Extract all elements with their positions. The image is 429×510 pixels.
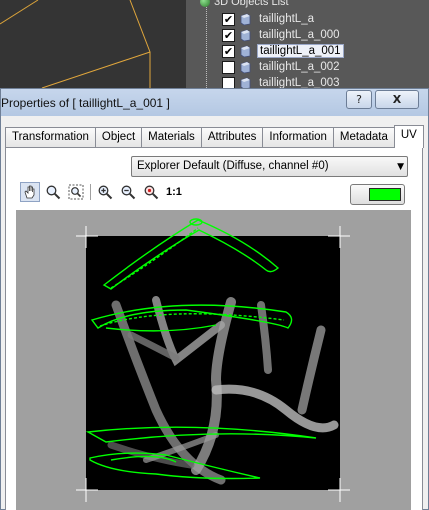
visibility-checkbox[interactable] (222, 76, 235, 88)
uv-toolbar: 1:1 (20, 182, 182, 202)
pan-icon (24, 185, 35, 199)
tab-information[interactable]: Information (262, 127, 334, 148)
tree-item-taillightl-a-003[interactable]: taillightL_a_003 (222, 75, 342, 88)
help-button[interactable]: ? (346, 90, 372, 109)
tab-metadata[interactable]: Metadata (332, 127, 395, 148)
window-title: Properties of [ taillightL_a_001 ] (1, 96, 170, 110)
zoom-tool-button[interactable] (43, 182, 63, 202)
tree-item-label: taillightL_a_002 (259, 61, 340, 73)
tab-attributes[interactable]: Attributes (200, 127, 264, 148)
zoom-out-icon (121, 185, 136, 200)
tree-item-label: taillightL_a (259, 13, 314, 25)
wire-color-swatch (369, 188, 401, 201)
chevron-down-icon: ▼ (397, 162, 404, 172)
tree-item-taillightl-a[interactable]: ✔ taillightL_a (222, 11, 316, 27)
zoom-extents-icon (68, 184, 84, 200)
tree-item-taillightl-a-000[interactable]: ✔ taillightL_a_000 (222, 27, 342, 43)
tree-root-label: 3D Objects List (214, 0, 289, 8)
zoom-in-icon (98, 185, 113, 200)
zoom-reset-button[interactable] (141, 182, 161, 202)
zoom-reset-icon (144, 185, 159, 200)
tab-transformation[interactable]: Transformation (5, 127, 96, 148)
cube-icon (240, 61, 251, 73)
visibility-checkbox[interactable]: ✔ (222, 28, 235, 42)
properties-window: Properties of [ taillightL_a_001 ] ? X T… (0, 88, 429, 510)
visibility-checkbox[interactable] (222, 60, 235, 74)
tree-item-taillightl-a-001[interactable]: ✔ taillightL_a_001 (222, 43, 344, 59)
tab-object[interactable]: Object (94, 127, 143, 148)
wire-color-button[interactable] (350, 184, 405, 205)
texture-channel-select[interactable]: Explorer Default (Diffuse, channel #0) ▼ (131, 156, 408, 177)
3d-viewport[interactable] (0, 0, 186, 88)
cube-icon (240, 13, 251, 25)
tab-bar: Transformation Object Materials Attribut… (5, 125, 424, 148)
pan-tool-button[interactable] (20, 182, 40, 202)
tree-item-label: taillightL_a_001 (257, 44, 344, 58)
cube-icon (240, 77, 251, 88)
zoom-icon (46, 185, 61, 200)
visibility-checkbox[interactable]: ✔ (222, 12, 235, 26)
toolbar-divider (90, 184, 91, 200)
visibility-checkbox[interactable]: ✔ (222, 44, 235, 58)
uv-tab-panel: Explorer Default (Diffuse, channel #0) ▼ (5, 147, 423, 510)
zoom-out-button[interactable] (118, 182, 138, 202)
tree-connector (206, 0, 207, 88)
scene-tree-panel: 3D Objects List ✔ taillightL_a ✔ taillig… (186, 0, 429, 88)
tree-item-label: taillightL_a_000 (259, 29, 340, 41)
texture-channel-value: Explorer Default (Diffuse, channel #0) (137, 160, 329, 172)
tab-uv[interactable]: UV (393, 125, 424, 148)
tree-item-label: taillightL_a_003 (259, 77, 340, 88)
cube-icon (240, 29, 251, 41)
globe-icon (200, 0, 210, 7)
close-button[interactable]: X (375, 90, 419, 109)
uv-canvas[interactable] (16, 210, 411, 510)
wireframe-box (0, 0, 151, 88)
tree-item-taillightl-a-002[interactable]: taillightL_a_002 (222, 59, 342, 75)
zoom-ratio-label[interactable]: 1:1 (166, 186, 182, 198)
window-titlebar[interactable]: Properties of [ taillightL_a_001 ] ? X (1, 89, 428, 116)
tab-materials[interactable]: Materials (141, 127, 202, 148)
cube-icon (240, 45, 251, 57)
zoom-in-button[interactable] (95, 182, 115, 202)
uv-layout (76, 218, 350, 502)
zoom-extents-button[interactable] (66, 182, 86, 202)
tree-root[interactable]: 3D Objects List (200, 0, 289, 9)
